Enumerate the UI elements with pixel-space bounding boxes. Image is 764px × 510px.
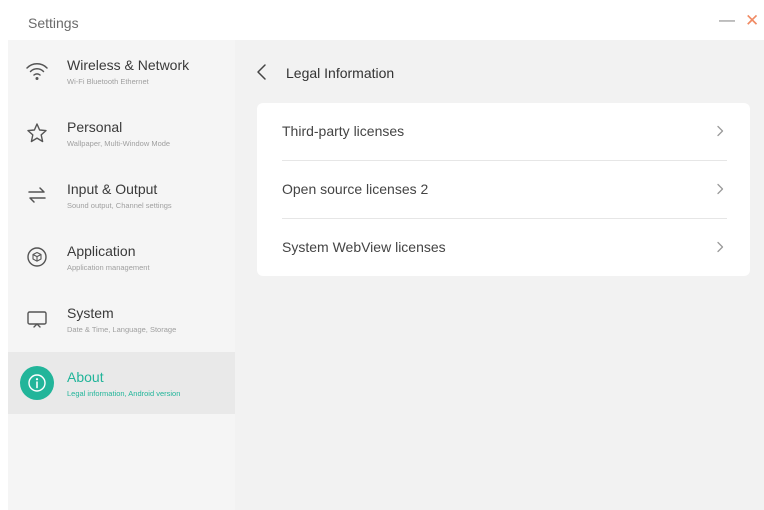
wifi-icon [20, 54, 54, 88]
list-item-label: System WebView licenses [282, 239, 446, 255]
licenses-card: Third-party licenses Open source license… [257, 103, 750, 276]
sidebar: Wireless & Network Wi-Fi Bluetooth Ether… [8, 40, 235, 510]
sidebar-item-label: System [67, 305, 114, 321]
sidebar-item-subtitle: Wallpaper, Multi-Window Mode [67, 139, 171, 148]
sidebar-item-label: About [67, 369, 104, 385]
monitor-icon [20, 302, 54, 336]
sidebar-item-system[interactable]: System Date & Time, Language, Storage [8, 288, 235, 350]
minimize-button[interactable]: — [719, 13, 735, 29]
sidebar-item-about[interactable]: About Legal information, Android version [8, 352, 235, 414]
list-item-label: Open source licenses 2 [282, 181, 429, 197]
close-button[interactable]: ✕ [745, 12, 759, 29]
title-bar: Settings — ✕ [0, 0, 764, 40]
star-icon [20, 116, 54, 150]
sidebar-item-subtitle: Legal information, Android version [67, 389, 181, 398]
chevron-right-icon [717, 125, 724, 137]
back-button[interactable] [255, 63, 269, 81]
cube-icon [20, 240, 54, 274]
chevron-right-icon [717, 241, 724, 253]
list-item-open-source-licenses[interactable]: Open source licenses 2 [257, 161, 750, 218]
sidebar-item-wireless-network[interactable]: Wireless & Network Wi-Fi Bluetooth Ether… [8, 40, 235, 102]
sidebar-item-subtitle: Date & Time, Language, Storage [67, 325, 177, 334]
swap-arrows-icon [20, 178, 54, 212]
content-panel: Legal Information Third-party licenses O… [235, 40, 764, 510]
sidebar-item-label: Wireless & Network [67, 57, 190, 73]
chevron-left-icon [257, 64, 266, 80]
sidebar-item-application[interactable]: Application Application management [8, 226, 235, 288]
sidebar-item-subtitle: Application management [67, 263, 150, 272]
sidebar-item-label: Application [67, 243, 136, 259]
sidebar-item-label: Input & Output [67, 181, 158, 197]
list-item-label: Third-party licenses [282, 123, 405, 139]
sidebar-item-label: Personal [67, 119, 123, 135]
list-item-system-webview-licenses[interactable]: System WebView licenses [257, 219, 750, 276]
page-title: Legal Information [286, 65, 395, 81]
list-item-third-party-licenses[interactable]: Third-party licenses [257, 103, 750, 160]
sidebar-item-subtitle: Sound output, Channel settings [67, 201, 172, 210]
chevron-right-icon [717, 183, 724, 195]
info-icon [20, 366, 54, 400]
sidebar-item-subtitle: Wi-Fi Bluetooth Ethernet [67, 77, 149, 86]
sidebar-item-input-output[interactable]: Input & Output Sound output, Channel set… [8, 164, 235, 226]
sidebar-item-personal[interactable]: Personal Wallpaper, Multi-Window Mode [8, 102, 235, 164]
app-title: Settings [28, 15, 79, 31]
